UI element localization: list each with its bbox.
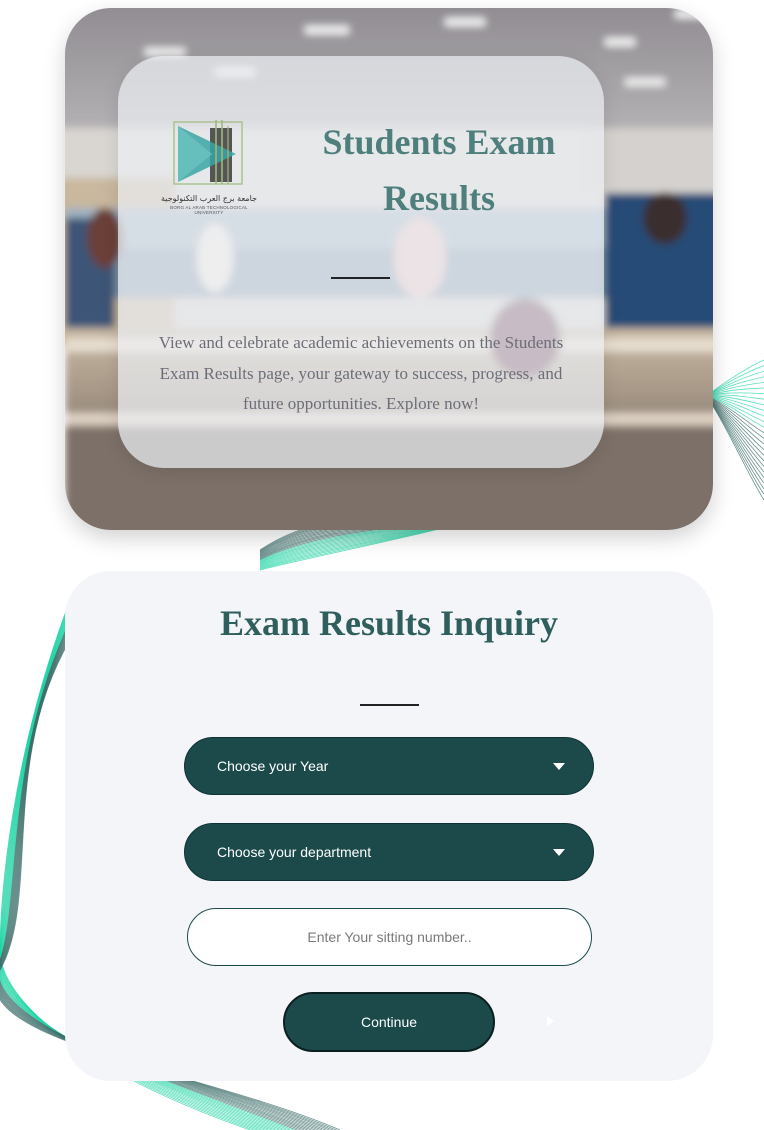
arrow-right-icon [547, 1016, 554, 1026]
hero-title: Students Exam Results [322, 122, 556, 218]
university-logo: جامعة برج العرب التكنولوجية BORG AL ARAB… [156, 118, 262, 216]
department-select[interactable]: Choose your department [184, 823, 594, 881]
hero-divider [331, 277, 390, 279]
year-select-label: Choose your Year [217, 758, 329, 774]
year-select[interactable]: Choose your Year [184, 737, 594, 795]
chevron-down-icon [553, 849, 565, 856]
continue-button[interactable]: Continue [283, 992, 495, 1052]
hero-description: View and celebrate academic achievements… [158, 333, 564, 413]
form-title: Exam Results Inquiry [219, 603, 559, 643]
form-divider [360, 704, 419, 706]
sitting-number-input[interactable] [187, 908, 592, 966]
inquiry-form-card: Exam Results Inquiry Choose your Year Ch… [65, 571, 713, 1081]
university-logo-icon [173, 120, 243, 185]
department-select-label: Choose your department [217, 844, 372, 860]
logo-name-arabic: جامعة برج العرب التكنولوجية [161, 194, 257, 203]
chevron-down-icon [553, 763, 565, 770]
logo-name-english: BORG AL ARAB TECHNOLOGICAL UNIVERSITY [170, 205, 248, 215]
hero-info-card: جامعة برج العرب التكنولوجية BORG AL ARAB… [118, 56, 604, 468]
